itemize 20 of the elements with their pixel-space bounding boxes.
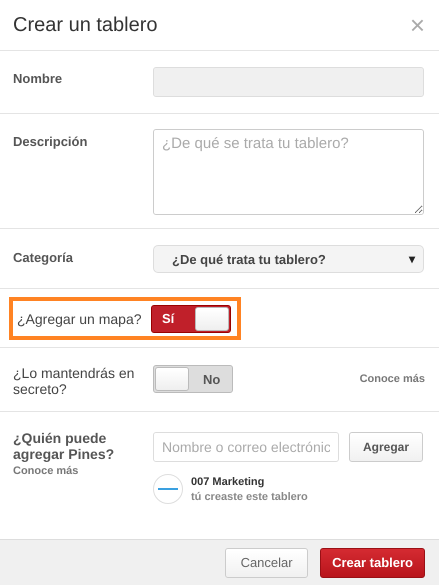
cancel-button[interactable]: Cancelar [225, 548, 308, 578]
field-label: ¿Agregar un mapa? [17, 310, 143, 326]
field-label: Nombre [13, 70, 64, 86]
name-field[interactable] [153, 67, 424, 97]
description-field[interactable]: ¿De qué se trata tu tablero? [153, 129, 424, 215]
field-label: Categoría [13, 249, 74, 265]
category-dropdown[interactable]: ¿De qué trata tu tablero? ▾ [153, 245, 424, 273]
owner-name: 007 Marketing [191, 476, 266, 488]
dialog-title: Crear un tablero [13, 14, 158, 36]
field-label: ¿Lo mantendrás en secreto? [13, 365, 136, 397]
create-button[interactable]: Crear tablero [320, 548, 425, 578]
owner-note: tú creaste este tablero [191, 490, 308, 502]
secret-toggle[interactable]: No [153, 365, 233, 393]
map-toggle[interactable]: Sí [151, 304, 231, 332]
avatar-icon [153, 474, 183, 504]
field-label: Descripción [13, 133, 88, 149]
add-button[interactable]: Agregar [349, 432, 424, 462]
learn-more-link[interactable]: Conoce más [13, 465, 153, 477]
learn-more-link[interactable]: Conoce más [360, 365, 425, 385]
field-label: ¿Quién puede agregar Pines? [13, 430, 116, 462]
